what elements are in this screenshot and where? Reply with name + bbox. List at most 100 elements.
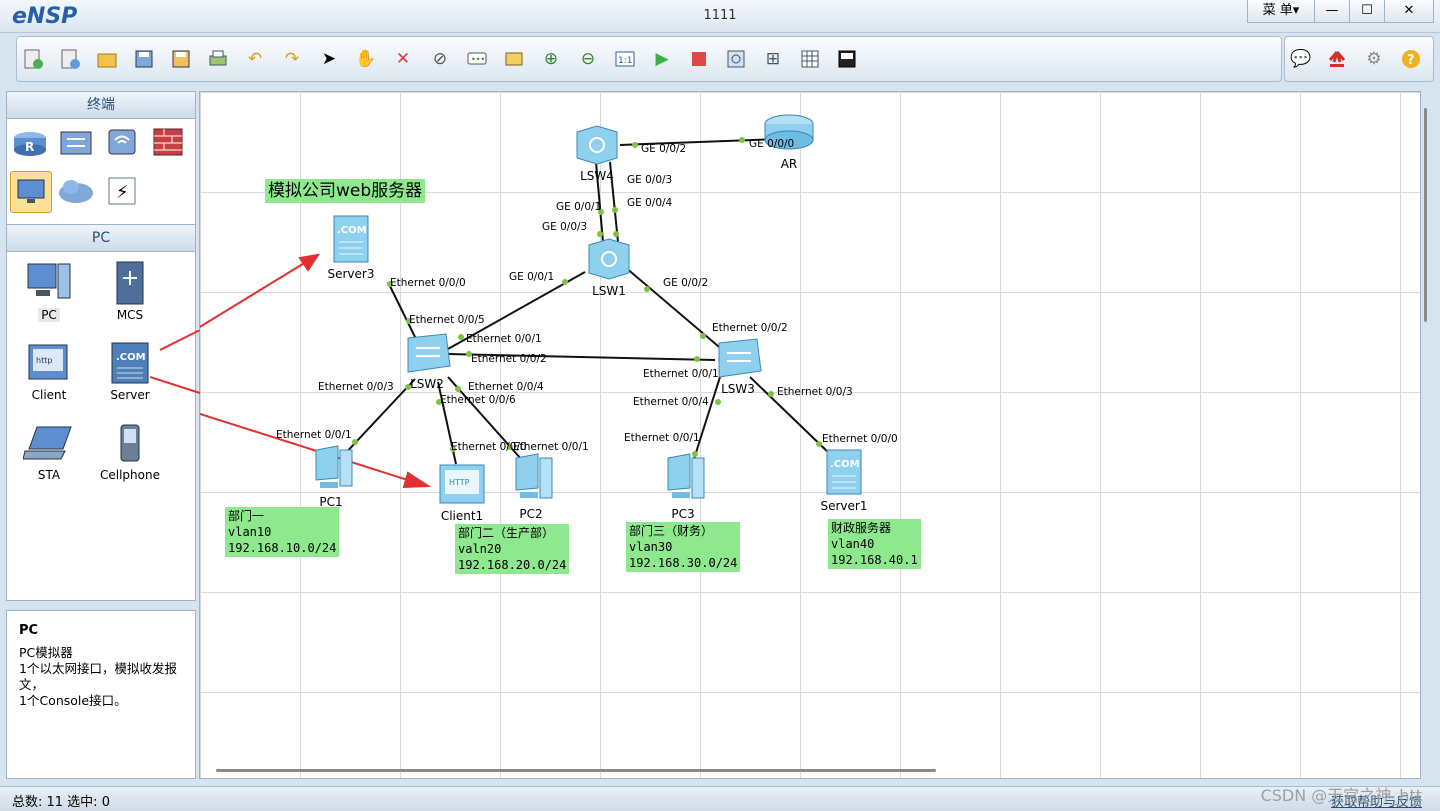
node-lsw1[interactable]: LSW1 xyxy=(583,237,635,298)
note-web-server[interactable]: 模拟公司web服务器 xyxy=(265,179,426,203)
node-lsw3[interactable]: LSW3 xyxy=(712,337,764,396)
firewall-category-icon[interactable] xyxy=(148,122,188,162)
stop-device-icon[interactable] xyxy=(687,47,711,71)
close-button[interactable]: ✕ xyxy=(1384,0,1433,22)
switch-icon xyxy=(718,338,762,378)
server-icon: .COM xyxy=(826,449,862,495)
chat-icon[interactable]: 💬 xyxy=(1289,47,1313,71)
new-topology-icon[interactable] xyxy=(21,47,45,71)
link-server3-lsw2[interactable] xyxy=(387,281,417,340)
port-label: Ethernet 0/0/4 xyxy=(633,396,709,408)
svg-text:R: R xyxy=(25,140,34,154)
port-label: GE 0/0/3 xyxy=(627,174,673,186)
svg-text:.COM: .COM xyxy=(116,352,146,363)
status-bar: 总数: 11 选中: 0 获取帮助与反馈 xyxy=(0,786,1440,811)
port-label: Ethernet 0/0/1 xyxy=(466,333,542,345)
topology-icon[interactable]: ⊞ xyxy=(761,47,785,71)
help-icon[interactable]: ? xyxy=(1399,47,1423,71)
topology-canvas[interactable]: LSW4 AR LSW1 LSW2 LSW3 .COM Server3 PC1 … xyxy=(199,91,1421,779)
svg-text:.COM: .COM xyxy=(830,459,860,470)
start-device-icon[interactable]: ▶ xyxy=(650,47,674,71)
device-server-label: Server xyxy=(110,388,150,402)
port-label: Ethernet 0/0/2 xyxy=(712,322,788,334)
node-lsw2[interactable]: LSW2 xyxy=(400,332,454,391)
device-pc[interactable]: PC xyxy=(11,258,87,322)
settings-gear-icon[interactable]: ⚙ xyxy=(1362,47,1386,71)
new-example-icon[interactable] xyxy=(58,47,82,71)
node-pc2[interactable]: PC2 xyxy=(506,452,556,521)
mcs-icon xyxy=(92,258,168,308)
node-pc3-label: PC3 xyxy=(671,507,695,521)
port-label: GE 0/0/2 xyxy=(641,143,687,155)
huawei-logo-icon[interactable] xyxy=(1325,47,1349,71)
note-dept3[interactable]: 部门三（财务） vlan30 192.168.30.0/24 xyxy=(626,522,741,572)
capture-icon[interactable] xyxy=(724,47,748,71)
node-lsw3-label: LSW3 xyxy=(721,382,755,396)
vertical-scrollbar[interactable] xyxy=(1424,108,1427,322)
device-mcs-label: MCS xyxy=(116,308,144,322)
save-as-icon[interactable] xyxy=(169,47,193,71)
print-icon[interactable] xyxy=(206,47,230,71)
port-label: Ethernet 0/0/0 xyxy=(822,433,898,445)
save-icon[interactable] xyxy=(132,47,156,71)
router-category-icon[interactable]: R xyxy=(10,122,50,162)
undo-icon[interactable]: ↶ xyxy=(243,47,267,71)
l3-switch-icon xyxy=(588,238,630,280)
port-label: Ethernet 0/0/4 xyxy=(468,381,544,393)
devices-header: PC xyxy=(7,224,195,252)
svg-text:1:1: 1:1 xyxy=(618,56,632,66)
power-link-category-icon[interactable]: ⚡ xyxy=(102,171,142,211)
port-label: GE 0/0/1 xyxy=(556,201,602,213)
node-lsw4[interactable]: LSW4 xyxy=(572,124,622,183)
port-label: Ethernet 0/0/1 xyxy=(624,432,700,444)
device-cellphone-label: Cellphone xyxy=(100,468,160,482)
show-interface-icon[interactable] xyxy=(835,47,859,71)
select-icon[interactable]: ➤ xyxy=(317,47,341,71)
note-dept2[interactable]: 部门二（生产部） valn20 192.168.20.0/24 xyxy=(455,524,570,574)
node-server1-label: Server1 xyxy=(820,499,868,513)
cellphone-icon xyxy=(92,418,168,468)
description-text: PC模拟器 1个以太网接口，模拟收发报文， 1个Console接口。 xyxy=(19,645,177,708)
add-shape-icon[interactable] xyxy=(502,47,526,71)
node-server1[interactable]: .COM Server1 xyxy=(816,448,872,513)
wireless-category-icon[interactable] xyxy=(102,122,142,162)
title-bar: eNSP 1111 菜 单▾ — ☐ ✕ xyxy=(0,0,1440,33)
grid-icon[interactable] xyxy=(798,47,822,71)
delete-link-icon[interactable]: ⊘ xyxy=(428,47,452,71)
node-pc3[interactable]: PC3 xyxy=(658,452,708,521)
pan-hand-icon[interactable]: ✋ xyxy=(354,47,378,71)
node-server3[interactable]: .COM Server3 xyxy=(326,214,376,281)
device-mcs[interactable]: MCS xyxy=(92,258,168,322)
note-dept1[interactable]: 部门一 vlan10 192.168.10.0/24 xyxy=(225,507,340,557)
device-client[interactable]: http Client xyxy=(11,338,87,402)
node-lsw4-label: LSW4 xyxy=(580,169,614,183)
port-label: Ethernet 0/0/0 xyxy=(390,277,466,289)
add-text-icon[interactable]: ••• xyxy=(465,47,489,71)
maximize-button[interactable]: ☐ xyxy=(1349,0,1384,22)
node-pc1[interactable]: PC1 xyxy=(306,444,356,509)
fit-view-icon[interactable]: 1:1 xyxy=(613,47,637,71)
delete-icon[interactable]: ✕ xyxy=(391,47,415,71)
minimize-button[interactable]: — xyxy=(1314,0,1349,22)
watermark: CSDN @天宫之神_htt xyxy=(1260,786,1422,805)
node-client1[interactable]: HTTP Client1 xyxy=(434,462,490,523)
port-label: GE 0/0/1 xyxy=(509,271,555,283)
note-finance-server[interactable]: 财政服务器 vlan40 192.168.40.1 xyxy=(828,519,921,569)
port-label: GE 0/0/4 xyxy=(627,197,673,209)
cloud-category-icon[interactable] xyxy=(56,171,96,211)
svg-text:•••: ••• xyxy=(471,55,485,64)
open-icon[interactable] xyxy=(95,47,119,71)
device-cellphone[interactable]: Cellphone xyxy=(92,418,168,482)
redo-icon[interactable]: ↷ xyxy=(280,47,304,71)
client-icon: http xyxy=(11,338,87,388)
device-sta[interactable]: STA xyxy=(11,418,87,482)
switch-category-icon[interactable] xyxy=(56,122,96,162)
menu-button[interactable]: 菜 单▾ xyxy=(1248,0,1314,22)
pc-terminal-category-icon[interactable] xyxy=(10,171,52,213)
pc-icon xyxy=(11,258,87,308)
horizontal-scrollbar[interactable] xyxy=(216,769,936,772)
zoom-out-icon[interactable]: ⊖ xyxy=(576,47,600,71)
zoom-in-icon[interactable]: ⊕ xyxy=(539,47,563,71)
device-sta-label: STA xyxy=(37,468,61,482)
l3-switch-icon xyxy=(576,125,618,165)
